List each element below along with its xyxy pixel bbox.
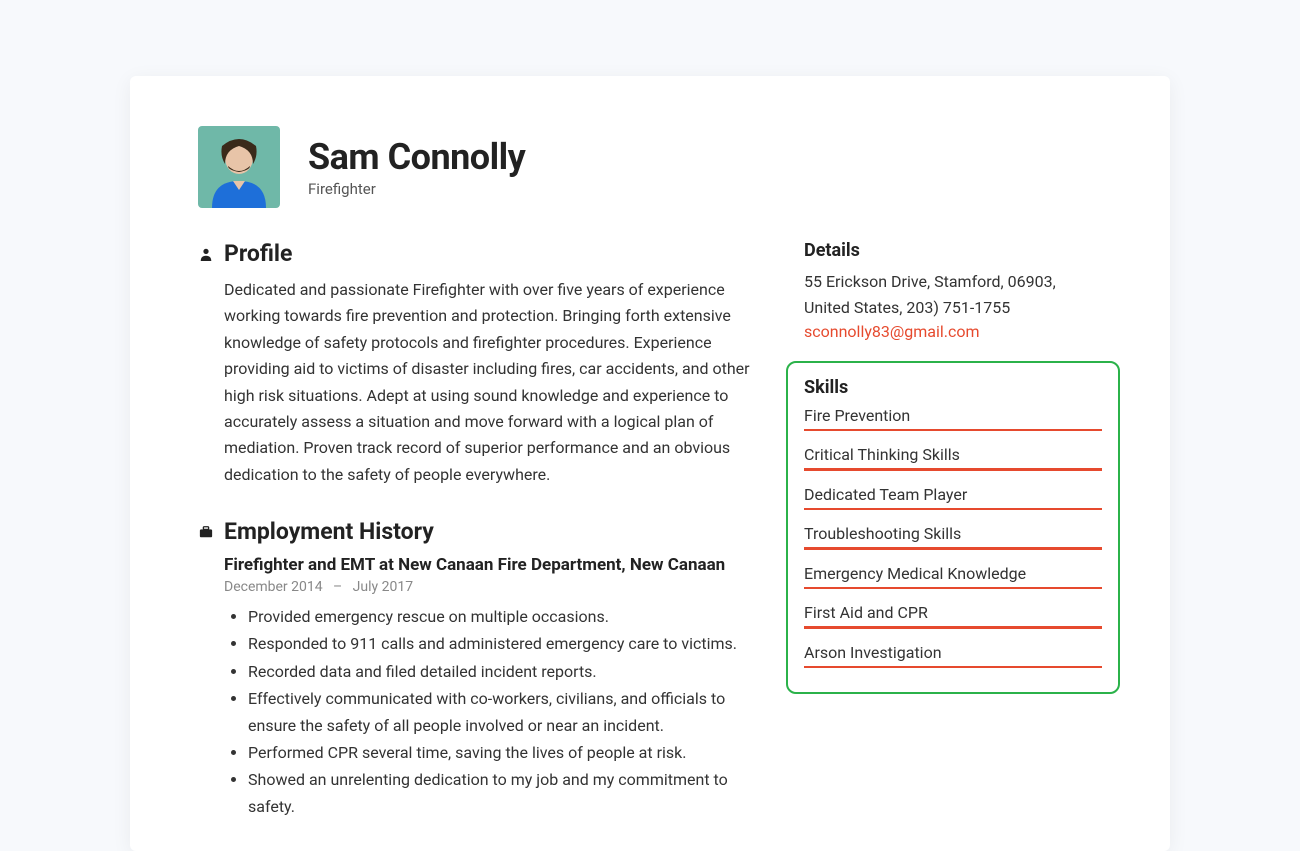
job-dates: December 2014 – July 2017: [198, 579, 756, 595]
profile-text: Dedicated and passionate Firefighter wit…: [198, 277, 756, 488]
skill-item: First Aid and CPR: [804, 603, 1102, 629]
resume-page: Sam Connolly Firefighter Profile Dedicat…: [130, 76, 1170, 851]
skill-name: Dedicated Team Player: [804, 485, 1102, 504]
list-item: Performed CPR several time, saving the l…: [248, 739, 756, 766]
person-icon: [198, 246, 214, 262]
skill-bar: [804, 666, 1102, 669]
skill-item: Dedicated Team Player: [804, 485, 1102, 511]
list-item: Responded to 911 calls and administered …: [248, 630, 756, 657]
main-column: Profile Dedicated and passionate Firefig…: [198, 240, 756, 851]
profile-section: Profile Dedicated and passionate Firefig…: [198, 240, 756, 488]
list-item: Showed an unrelenting dedication to my j…: [248, 766, 756, 820]
briefcase-icon: [198, 524, 214, 540]
skill-name: First Aid and CPR: [804, 603, 1102, 622]
section-header: Employment History: [198, 518, 756, 545]
side-column: Details 55 Erickson Drive, Stamford, 069…: [804, 240, 1102, 851]
list-item: Provided emergency rescue on multiple oc…: [248, 603, 756, 630]
skill-bar: [804, 508, 1102, 511]
job-start: December 2014: [224, 579, 323, 595]
skill-name: Arson Investigation: [804, 643, 1102, 662]
employment-section: Employment History Firefighter and EMT a…: [198, 518, 756, 821]
skill-bar: [804, 429, 1102, 432]
skills-section: Skills Fire Prevention Critical Thinking…: [786, 361, 1120, 695]
avatar: [198, 126, 280, 208]
section-header: Profile: [198, 240, 756, 267]
skill-item: Troubleshooting Skills: [804, 524, 1102, 550]
employment-title: Employment History: [224, 518, 434, 545]
date-separator: –: [333, 579, 342, 595]
job-title: Firefighter and EMT at New Canaan Fire D…: [198, 555, 756, 575]
list-item: Recorded data and filed detailed inciden…: [248, 658, 756, 685]
details-title: Details: [804, 240, 1102, 261]
person-name: Sam Connolly: [308, 136, 525, 178]
resume-header: Sam Connolly Firefighter: [198, 126, 1102, 208]
skill-bar: [804, 547, 1102, 550]
email-link[interactable]: sconnolly83@gmail.com: [804, 322, 980, 341]
skill-item: Fire Prevention: [804, 406, 1102, 432]
job-end: July 2017: [353, 579, 413, 595]
skill-bar: [804, 468, 1102, 471]
skill-item: Arson Investigation: [804, 643, 1102, 669]
skill-bar: [804, 626, 1102, 629]
skill-name: Fire Prevention: [804, 406, 1102, 425]
resume-body: Profile Dedicated and passionate Firefig…: [198, 240, 1102, 851]
details-address: 55 Erickson Drive, Stamford, 06903, Unit…: [804, 269, 1102, 322]
job-bullets: Provided emergency rescue on multiple oc…: [198, 603, 756, 821]
person-title: Firefighter: [308, 180, 525, 198]
skill-bar: [804, 587, 1102, 590]
header-text: Sam Connolly Firefighter: [308, 136, 525, 198]
profile-title: Profile: [224, 240, 292, 267]
details-section: Details 55 Erickson Drive, Stamford, 069…: [804, 240, 1102, 341]
skill-name: Critical Thinking Skills: [804, 445, 1102, 464]
skill-name: Emergency Medical Knowledge: [804, 564, 1102, 583]
skill-name: Troubleshooting Skills: [804, 524, 1102, 543]
skill-item: Critical Thinking Skills: [804, 445, 1102, 471]
list-item: Effectively communicated with co-workers…: [248, 685, 756, 739]
skills-title: Skills: [804, 377, 1102, 398]
skill-item: Emergency Medical Knowledge: [804, 564, 1102, 590]
